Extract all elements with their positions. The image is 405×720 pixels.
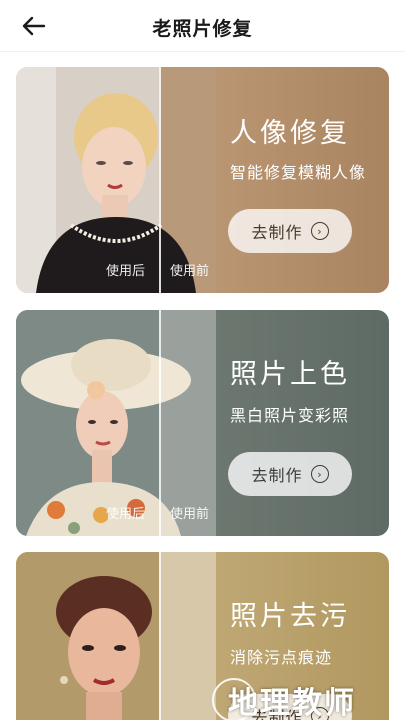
make-button-portrait[interactable]: 去制作 › bbox=[228, 209, 352, 253]
card-subtitle: 黑白照片变彩照 bbox=[230, 406, 350, 425]
before-after-divider[interactable] bbox=[159, 310, 161, 536]
top-bar: 老照片修复 bbox=[0, 0, 405, 52]
make-button-label: 去制作 bbox=[251, 466, 303, 485]
watermark-text: 地理教师 bbox=[228, 686, 356, 720]
after-label: 使用后 bbox=[106, 264, 146, 279]
after-label: 使用后 bbox=[106, 507, 146, 522]
page-title: 老照片修复 bbox=[152, 18, 253, 40]
before-label: 使用前 bbox=[170, 507, 210, 522]
card-photo-colorize[interactable]: 使用后 使用前 照片上色 黑白照片变彩照 去制作 › bbox=[16, 310, 389, 536]
card-subtitle: 智能修复模糊人像 bbox=[230, 163, 367, 182]
card-portrait-restore[interactable]: 使用后 使用前 人像修复 智能修复模糊人像 去制作 › bbox=[16, 67, 389, 293]
before-label: 使用前 bbox=[170, 264, 210, 279]
before-after-divider[interactable] bbox=[159, 552, 161, 720]
chevron-right-circle-icon: › bbox=[310, 222, 329, 240]
make-button-colorize[interactable]: 去制作 › bbox=[228, 452, 352, 496]
make-button-label: 去制作 bbox=[251, 223, 303, 242]
card-title: 人像修复 bbox=[230, 118, 350, 149]
before-after-divider[interactable] bbox=[159, 67, 161, 293]
stain-photo bbox=[16, 552, 216, 720]
card-subtitle: 消除污点痕迹 bbox=[230, 648, 333, 667]
card-title: 照片去污 bbox=[230, 601, 350, 632]
chevron-right-circle-icon: › bbox=[310, 465, 329, 483]
card-title: 照片上色 bbox=[230, 359, 350, 390]
